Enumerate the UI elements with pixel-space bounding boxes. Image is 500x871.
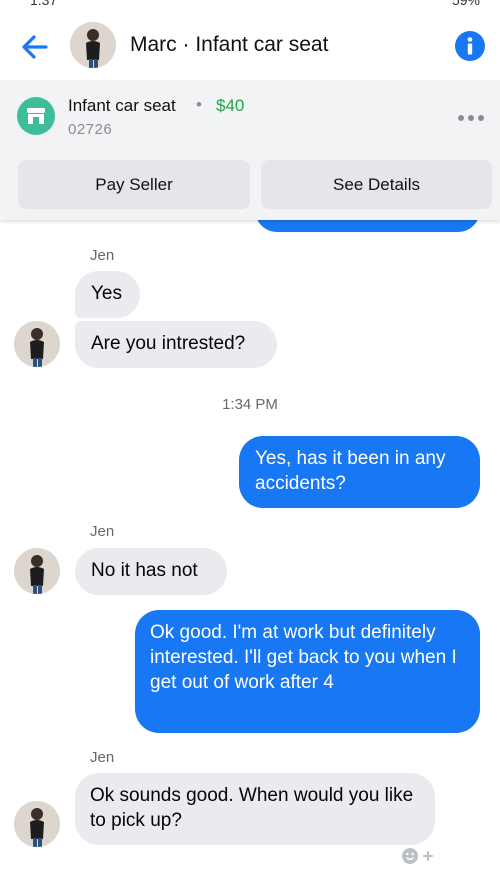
listing-title[interactable]: Infant car seat — [68, 96, 176, 116]
contact-avatar[interactable] — [70, 22, 116, 68]
listing-panel: Infant car seat • $40 02726 Pay Seller S… — [0, 80, 500, 220]
add-reaction-button[interactable] — [400, 846, 434, 866]
listing-price: $40 — [216, 96, 245, 115]
back-button[interactable] — [18, 30, 52, 64]
arrow-left-icon — [22, 35, 48, 59]
see-details-button[interactable]: See Details — [261, 160, 492, 209]
message-bubble-incoming[interactable]: Ok sounds good. When would you like to p… — [75, 773, 435, 845]
add-reaction-icon — [402, 848, 433, 864]
pay-seller-button[interactable]: Pay Seller — [18, 160, 250, 209]
person-photo — [14, 321, 60, 367]
sender-avatar[interactable] — [14, 321, 60, 367]
person-photo — [70, 22, 116, 68]
more-horizontal-icon — [458, 115, 484, 121]
status-bar: 1:37 59% — [0, 0, 500, 10]
status-battery: 59% — [451, 0, 480, 8]
info-icon — [467, 37, 473, 55]
message-bubble-outgoing[interactable]: Yes, has it been in any accidents? — [239, 436, 480, 508]
message-bubble-incoming[interactable]: Are you intrested? — [75, 321, 277, 368]
storefront-icon — [17, 97, 55, 135]
message-timestamp: 1:34 PM — [222, 396, 278, 413]
message-bubble-incoming[interactable]: Yes — [75, 271, 140, 318]
status-time: 1:37 — [30, 0, 58, 8]
info-button[interactable] — [455, 31, 485, 61]
chat-header: Marc · Infant car seat — [0, 10, 500, 80]
message-bubble-outgoing[interactable]: Ok good. I'm at work but definitely inte… — [135, 610, 480, 733]
listing-separator: • — [196, 95, 202, 114]
sender-name: Jen — [90, 523, 115, 540]
sender-name: Jen — [90, 749, 115, 766]
message-bubble-incoming[interactable]: No it has not — [75, 548, 227, 595]
sender-avatar[interactable] — [14, 801, 60, 847]
person-photo — [14, 548, 60, 594]
sender-name: Jen — [90, 247, 115, 264]
sender-avatar[interactable] — [14, 548, 60, 594]
listing-zip: 02726 — [68, 121, 113, 138]
person-photo — [14, 801, 60, 847]
chat-title[interactable]: Marc · Infant car seat — [130, 33, 328, 57]
more-options-button[interactable] — [456, 106, 486, 129]
